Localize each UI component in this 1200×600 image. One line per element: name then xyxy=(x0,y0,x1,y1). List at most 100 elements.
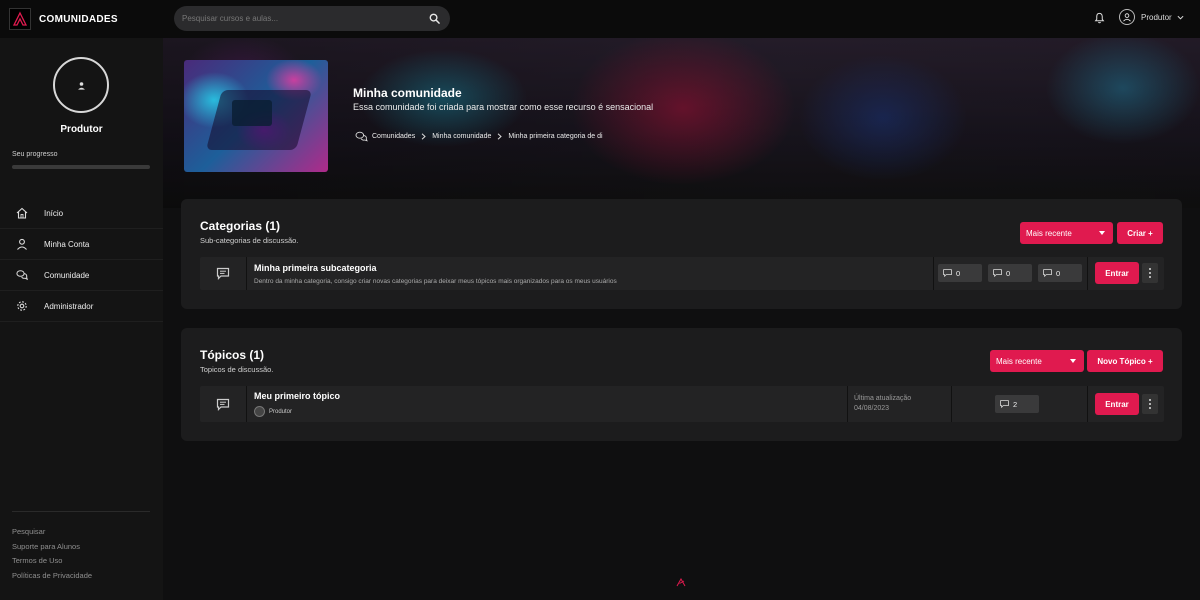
row-divider xyxy=(1087,386,1088,422)
row-icon xyxy=(200,257,246,290)
user-avatar-icon xyxy=(1119,9,1135,25)
stat-badge: 0 xyxy=(1038,264,1082,282)
footer-link-pesquisar[interactable]: Pesquisar xyxy=(12,525,92,540)
chevron-down-icon xyxy=(1177,15,1184,20)
sidebar-footer-links: Pesquisar Suporte para Alunos Termos de … xyxy=(12,525,92,583)
new-topic-button[interactable]: Novo Tópico + xyxy=(1087,350,1163,372)
footer-link-privacidade[interactable]: Políticas de Privacidade xyxy=(12,569,92,584)
author-name: Produtor xyxy=(269,408,293,415)
user-name: Produtor xyxy=(1141,12,1172,22)
row-divider xyxy=(1087,257,1088,290)
profile-avatar[interactable] xyxy=(53,57,109,113)
community-thumbnail xyxy=(184,60,328,172)
sort-label: Mais recente xyxy=(996,356,1042,366)
breadcrumb-item[interactable]: Minha comunidade xyxy=(432,133,491,140)
chevron-right-icon xyxy=(421,133,426,140)
topic-author: Produtor xyxy=(254,406,292,417)
topic-row[interactable]: Meu primeiro tópico Produtor Última atua… xyxy=(200,386,1164,422)
category-description: Dentro da minha categoria, consigo criar… xyxy=(254,278,617,285)
chat-icon xyxy=(16,270,28,281)
search-icon[interactable] xyxy=(429,13,440,24)
row-divider xyxy=(847,386,848,422)
chevron-right-icon xyxy=(498,133,503,140)
home-icon xyxy=(16,207,28,219)
progress-label: Seu progresso xyxy=(12,151,58,158)
profile-name: Produtor xyxy=(60,124,103,135)
message-icon xyxy=(216,267,230,280)
top-bar: COMUNIDADES Produtor xyxy=(0,0,1200,38)
stat-badge: 2 xyxy=(995,395,1039,413)
gear-icon xyxy=(17,301,27,311)
comment-icon xyxy=(943,269,952,277)
categories-subtitle: Sub-categorias de discussão. xyxy=(200,236,299,245)
user-icon xyxy=(77,81,85,90)
user-menu[interactable]: Produtor xyxy=(1119,9,1184,25)
sidebar-item-comunidade[interactable]: Comunidade xyxy=(0,260,163,291)
community-title: Minha comunidade xyxy=(353,86,462,100)
sidebar-item-administrador[interactable]: Administrador xyxy=(0,291,163,322)
author-avatar xyxy=(254,406,265,417)
footer-link-suporte[interactable]: Suporte para Alunos xyxy=(12,540,92,555)
sidebar-item-label: Minha Conta xyxy=(44,239,90,249)
sort-label: Mais recente xyxy=(1026,228,1072,238)
community-description: Essa comunidade foi criada para mostrar … xyxy=(353,102,654,112)
topics-subtitle: Topicos de discussão. xyxy=(200,365,274,374)
comment-icon xyxy=(1043,269,1052,277)
bell-icon[interactable] xyxy=(1094,12,1105,24)
categories-card: Categorias (1) Sub-categorias de discuss… xyxy=(181,199,1182,309)
caret-down-icon xyxy=(1099,231,1105,235)
enter-category-button[interactable]: Entrar xyxy=(1095,262,1139,284)
topics-sort-dropdown[interactable]: Mais recente xyxy=(990,350,1084,372)
sidebar-item-label: Início xyxy=(44,208,64,218)
more-options-icon[interactable] xyxy=(1142,394,1158,414)
search-bar xyxy=(174,6,450,31)
breadcrumb-item[interactable]: Minha primeira categoria de di xyxy=(508,133,602,140)
enter-topic-button[interactable]: Entrar xyxy=(1095,393,1139,415)
last-update-date: 04/08/2023 xyxy=(854,405,890,412)
topics-card: Tópicos (1) Topicos de discussão. Mais r… xyxy=(181,328,1182,441)
categories-title: Categorias (1) xyxy=(200,219,281,233)
sidebar-item-minha-conta[interactable]: Minha Conta xyxy=(0,229,163,260)
stat-value: 0 xyxy=(956,268,961,278)
topic-title[interactable]: Meu primeiro tópico xyxy=(254,391,340,401)
create-category-button[interactable]: Criar + xyxy=(1117,222,1163,244)
stat-value: 0 xyxy=(1056,268,1061,278)
sidebar-item-label: Comunidade xyxy=(44,270,90,280)
community-banner: Minha comunidade Essa comunidade foi cri… xyxy=(163,38,1200,208)
brand-name: COMUNIDADES xyxy=(39,13,118,25)
brand-logo[interactable] xyxy=(9,8,31,30)
footer-link-termos[interactable]: Termos de Uso xyxy=(12,554,92,569)
comment-icon xyxy=(993,269,1002,277)
search-input[interactable] xyxy=(174,14,414,23)
comment-icon xyxy=(1000,400,1009,408)
watermark-logo-icon xyxy=(676,578,686,587)
row-icon xyxy=(200,386,246,422)
progress-bar xyxy=(12,165,150,169)
category-row[interactable]: Minha primeira subcategoria Dentro da mi… xyxy=(200,257,1164,290)
sidebar: Produtor Seu progresso Início Minha Cont… xyxy=(0,38,163,600)
sidebar-divider xyxy=(12,511,150,512)
category-title[interactable]: Minha primeira subcategoria xyxy=(254,263,377,273)
breadcrumb-item[interactable]: Comunidades xyxy=(372,133,415,140)
more-options-icon[interactable] xyxy=(1142,263,1158,283)
stat-value: 0 xyxy=(1006,268,1011,278)
sidebar-item-label: Administrador xyxy=(44,301,94,311)
sidebar-nav: Início Minha Conta Comunidade Administra… xyxy=(0,198,163,322)
stat-value: 2 xyxy=(1013,399,1018,409)
logo-icon xyxy=(12,11,28,26)
categories-sort-dropdown[interactable]: Mais recente xyxy=(1020,222,1113,244)
sidebar-item-inicio[interactable]: Início xyxy=(0,198,163,229)
breadcrumb: Comunidades Minha comunidade Minha prime… xyxy=(355,131,603,142)
row-divider xyxy=(951,386,952,422)
message-icon xyxy=(216,398,230,411)
last-update-label: Última atualização xyxy=(854,395,912,402)
row-divider xyxy=(933,257,934,290)
chat-icon xyxy=(355,131,368,142)
caret-down-icon xyxy=(1070,359,1076,363)
topics-title: Tópicos (1) xyxy=(200,348,265,362)
row-divider xyxy=(246,257,247,290)
stat-badge: 0 xyxy=(938,264,982,282)
stat-badge: 0 xyxy=(988,264,1032,282)
row-divider xyxy=(246,386,247,422)
user-icon xyxy=(17,238,27,250)
